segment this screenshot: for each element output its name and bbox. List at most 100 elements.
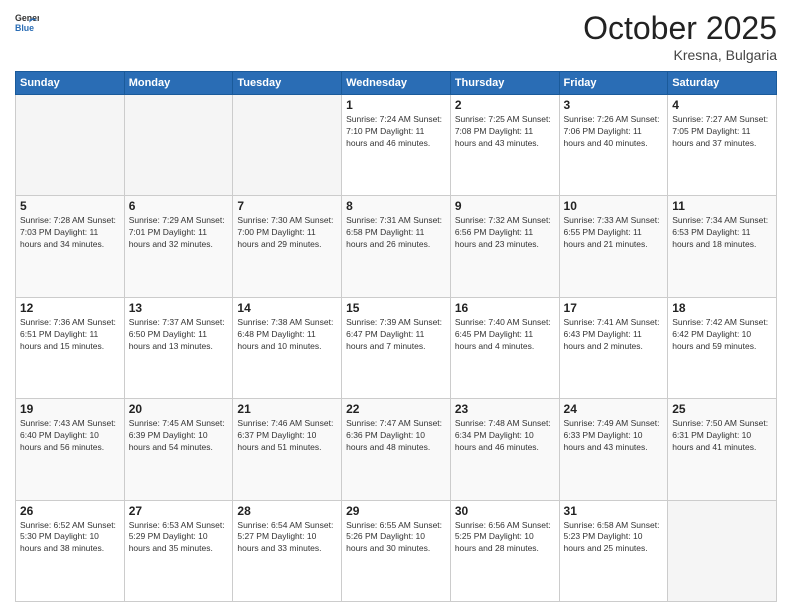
table-row: 20 Sunrise: 7:45 AM Sunset: 6:39 PM Dayli… xyxy=(124,399,233,500)
calendar-week-row: 12 Sunrise: 7:36 AM Sunset: 6:51 PM Dayli… xyxy=(16,297,777,398)
title-section: October 2025 Kresna, Bulgaria xyxy=(583,10,777,63)
day-info: Sunrise: 6:58 AM Sunset: 5:23 PM Dayligh… xyxy=(564,520,664,556)
day-number: 18 xyxy=(672,301,772,315)
day-number: 1 xyxy=(346,98,446,112)
day-info: Sunrise: 7:46 AM Sunset: 6:37 PM Dayligh… xyxy=(237,418,337,454)
day-number: 23 xyxy=(455,402,555,416)
day-info: Sunrise: 6:55 AM Sunset: 5:26 PM Dayligh… xyxy=(346,520,446,556)
table-row: 24Sunrise: 7:49 AM Sunset: 6:33 PM Dayli… xyxy=(559,399,668,500)
day-info: Sunrise: 7:40 AM Sunset: 6:45 PM Dayligh… xyxy=(455,317,555,353)
day-info: Sunrise: 7:26 AM Sunset: 7:06 PM Dayligh… xyxy=(564,114,664,150)
table-row: 29 Sunrise: 6:55 AM Sunset: 5:26 PM Dayli… xyxy=(342,500,451,601)
day-info: Sunrise: 7:27 AM Sunset: 7:05 PM Dayligh… xyxy=(672,114,772,150)
table-row: 5 Sunrise: 7:28 AM Sunset: 7:03 PM Daylig… xyxy=(16,196,125,297)
day-info: Sunrise: 7:34 AM Sunset: 6:53 PM Dayligh… xyxy=(672,215,772,251)
day-number: 20 xyxy=(129,402,229,416)
calendar-week-row: 26 Sunrise: 6:52 AM Sunset: 5:30 PM Dayli… xyxy=(16,500,777,601)
day-info: Sunrise: 7:38 AM Sunset: 6:48 PM Dayligh… xyxy=(237,317,337,353)
day-number: 16 xyxy=(455,301,555,315)
table-row: 7 Sunrise: 7:30 AM Sunset: 7:00 PM Daylig… xyxy=(233,196,342,297)
day-number: 21 xyxy=(237,402,337,416)
table-row: 17 Sunrise: 7:41 AM Sunset: 6:43 PM Dayli… xyxy=(559,297,668,398)
table-row: 25 Sunrise: 7:50 AM Sunset: 6:31 PM Dayli… xyxy=(668,399,777,500)
day-info: Sunrise: 7:29 AM Sunset: 7:01 PM Dayligh… xyxy=(129,215,229,251)
day-info: Sunrise: 7:36 AM Sunset: 6:51 PM Dayligh… xyxy=(20,317,120,353)
day-number: 30 xyxy=(455,504,555,518)
day-number: 10 xyxy=(564,199,664,213)
day-number: 2 xyxy=(455,98,555,112)
day-number: 26 xyxy=(20,504,120,518)
day-info: Sunrise: 7:33 AM Sunset: 6:55 PM Dayligh… xyxy=(564,215,664,251)
day-number: 24 xyxy=(564,402,664,416)
day-number: 14 xyxy=(237,301,337,315)
day-number: 7 xyxy=(237,199,337,213)
header-wednesday: Wednesday xyxy=(342,72,451,95)
table-row: 4Sunrise: 7:27 AM Sunset: 7:05 PM Daylig… xyxy=(668,95,777,196)
table-row: 1Sunrise: 7:24 AM Sunset: 7:10 PM Daylig… xyxy=(342,95,451,196)
day-info: Sunrise: 7:45 AM Sunset: 6:39 PM Dayligh… xyxy=(129,418,229,454)
day-number: 31 xyxy=(564,504,664,518)
day-number: 8 xyxy=(346,199,446,213)
header-monday: Monday xyxy=(124,72,233,95)
header: General Blue October 2025 Kresna, Bulgar… xyxy=(15,10,777,63)
table-row: 19Sunrise: 7:43 AM Sunset: 6:40 PM Dayli… xyxy=(16,399,125,500)
day-number: 6 xyxy=(129,199,229,213)
day-info: Sunrise: 7:25 AM Sunset: 7:08 PM Dayligh… xyxy=(455,114,555,150)
table-row: 31 Sunrise: 6:58 AM Sunset: 5:23 PM Dayli… xyxy=(559,500,668,601)
calendar-week-row: 5 Sunrise: 7:28 AM Sunset: 7:03 PM Daylig… xyxy=(16,196,777,297)
page: General Blue October 2025 Kresna, Bulgar… xyxy=(0,0,792,612)
day-info: Sunrise: 6:56 AM Sunset: 5:25 PM Dayligh… xyxy=(455,520,555,556)
month-title: October 2025 xyxy=(583,10,777,47)
table-row: 27Sunrise: 6:53 AM Sunset: 5:29 PM Dayli… xyxy=(124,500,233,601)
table-row: 21 Sunrise: 7:46 AM Sunset: 6:37 PM Dayli… xyxy=(233,399,342,500)
day-info: Sunrise: 7:31 AM Sunset: 6:58 PM Dayligh… xyxy=(346,215,446,251)
day-number: 5 xyxy=(20,199,120,213)
day-number: 17 xyxy=(564,301,664,315)
table-row: 8 Sunrise: 7:31 AM Sunset: 6:58 PM Daylig… xyxy=(342,196,451,297)
day-info: Sunrise: 7:30 AM Sunset: 7:00 PM Dayligh… xyxy=(237,215,337,251)
svg-text:General: General xyxy=(15,13,39,23)
table-row: 15 Sunrise: 7:39 AM Sunset: 6:47 PM Dayli… xyxy=(342,297,451,398)
day-number: 3 xyxy=(564,98,664,112)
logo-icon: General Blue xyxy=(15,10,39,34)
table-row xyxy=(668,500,777,601)
table-row: 9Sunrise: 7:32 AM Sunset: 6:56 PM Daylig… xyxy=(450,196,559,297)
day-number: 15 xyxy=(346,301,446,315)
day-info: Sunrise: 7:50 AM Sunset: 6:31 PM Dayligh… xyxy=(672,418,772,454)
day-info: Sunrise: 7:28 AM Sunset: 7:03 PM Dayligh… xyxy=(20,215,120,251)
logo: General Blue xyxy=(15,10,39,34)
day-info: Sunrise: 7:48 AM Sunset: 6:34 PM Dayligh… xyxy=(455,418,555,454)
day-info: Sunrise: 7:39 AM Sunset: 6:47 PM Dayligh… xyxy=(346,317,446,353)
table-row: 30 Sunrise: 6:56 AM Sunset: 5:25 PM Dayli… xyxy=(450,500,559,601)
table-row: 2 Sunrise: 7:25 AM Sunset: 7:08 PM Daylig… xyxy=(450,95,559,196)
table-row: 12 Sunrise: 7:36 AM Sunset: 6:51 PM Dayli… xyxy=(16,297,125,398)
calendar-week-row: 19Sunrise: 7:43 AM Sunset: 6:40 PM Dayli… xyxy=(16,399,777,500)
calendar-table: Sunday Monday Tuesday Wednesday Thursday… xyxy=(15,71,777,602)
table-row: 23 Sunrise: 7:48 AM Sunset: 6:34 PM Dayli… xyxy=(450,399,559,500)
table-row: 22Sunrise: 7:47 AM Sunset: 6:36 PM Dayli… xyxy=(342,399,451,500)
table-row: 13Sunrise: 7:37 AM Sunset: 6:50 PM Dayli… xyxy=(124,297,233,398)
day-number: 11 xyxy=(672,199,772,213)
header-tuesday: Tuesday xyxy=(233,72,342,95)
day-info: Sunrise: 6:52 AM Sunset: 5:30 PM Dayligh… xyxy=(20,520,120,556)
location: Kresna, Bulgaria xyxy=(583,47,777,63)
day-info: Sunrise: 6:53 AM Sunset: 5:29 PM Dayligh… xyxy=(129,520,229,556)
day-info: Sunrise: 7:41 AM Sunset: 6:43 PM Dayligh… xyxy=(564,317,664,353)
header-saturday: Saturday xyxy=(668,72,777,95)
table-row: 6 Sunrise: 7:29 AM Sunset: 7:01 PM Daylig… xyxy=(124,196,233,297)
table-row: 11 Sunrise: 7:34 AM Sunset: 6:53 PM Dayli… xyxy=(668,196,777,297)
day-number: 12 xyxy=(20,301,120,315)
day-info: Sunrise: 6:54 AM Sunset: 5:27 PM Dayligh… xyxy=(237,520,337,556)
day-number: 25 xyxy=(672,402,772,416)
table-row xyxy=(16,95,125,196)
table-row: 28Sunrise: 6:54 AM Sunset: 5:27 PM Dayli… xyxy=(233,500,342,601)
day-number: 29 xyxy=(346,504,446,518)
table-row: 26 Sunrise: 6:52 AM Sunset: 5:30 PM Dayli… xyxy=(16,500,125,601)
table-row xyxy=(124,95,233,196)
day-info: Sunrise: 7:42 AM Sunset: 6:42 PM Dayligh… xyxy=(672,317,772,353)
table-row: 10 Sunrise: 7:33 AM Sunset: 6:55 PM Dayli… xyxy=(559,196,668,297)
table-row: 14 Sunrise: 7:38 AM Sunset: 6:48 PM Dayli… xyxy=(233,297,342,398)
table-row: 3 Sunrise: 7:26 AM Sunset: 7:06 PM Daylig… xyxy=(559,95,668,196)
day-info: Sunrise: 7:32 AM Sunset: 6:56 PM Dayligh… xyxy=(455,215,555,251)
svg-text:Blue: Blue xyxy=(15,23,34,33)
